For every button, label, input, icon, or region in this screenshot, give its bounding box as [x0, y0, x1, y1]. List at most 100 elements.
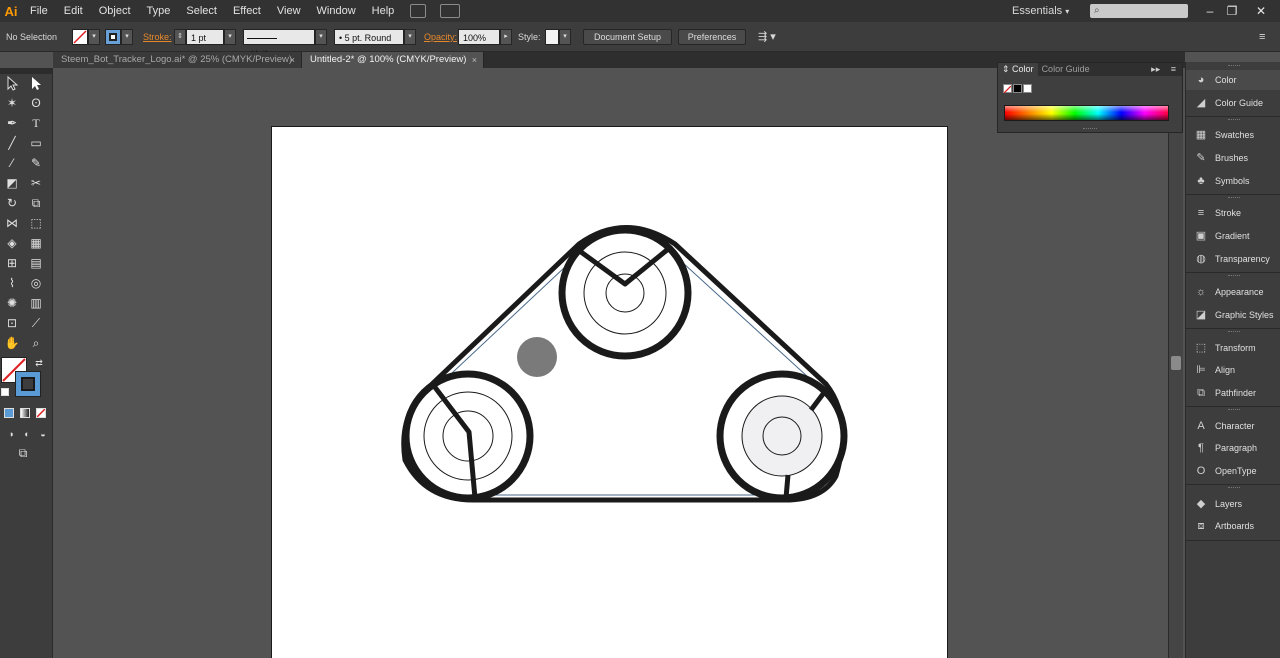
blob-brush-icon[interactable]: ◩: [3, 174, 21, 192]
canvas-area[interactable]: [53, 68, 1168, 658]
stroke-weight-input[interactable]: 1 pt: [186, 29, 224, 45]
paintbrush-tool-icon[interactable]: ⁄: [3, 154, 21, 172]
dock-item-align[interactable]: ⊫ Align: [1186, 360, 1280, 380]
symbol-sprayer-icon[interactable]: ✺: [3, 294, 21, 312]
menu-effect[interactable]: Effect: [225, 0, 269, 22]
opacity-dropdown[interactable]: ▸: [500, 29, 512, 45]
belt-pulley-artwork[interactable]: [53, 68, 1168, 658]
fill-swatch[interactable]: [72, 29, 88, 45]
menu-edit[interactable]: Edit: [56, 0, 91, 22]
dock-item-symbols[interactable]: ♣ Symbols: [1186, 171, 1280, 191]
pen-tool-icon[interactable]: ✒: [3, 114, 21, 132]
artboard-tool-icon[interactable]: ⊡: [3, 314, 21, 332]
dock-grip[interactable]: [1228, 275, 1240, 277]
graphic-style-swatch[interactable]: [545, 29, 559, 45]
graph-tool-icon[interactable]: ▥: [27, 294, 45, 312]
dock-grip[interactable]: [1228, 487, 1240, 489]
panel-resize-grip[interactable]: [1083, 128, 1097, 130]
dock-item-graphic-styles[interactable]: ◪ Graphic Styles: [1186, 305, 1280, 325]
swap-fill-stroke-icon[interactable]: ⇄: [30, 354, 48, 372]
slice-tool-icon[interactable]: ⟋: [27, 314, 45, 332]
close-icon[interactable]: ×: [290, 52, 295, 68]
menu-help[interactable]: Help: [364, 0, 403, 22]
pulley-top[interactable]: [558, 226, 692, 360]
tab-color-guide[interactable]: Color Guide: [1038, 63, 1094, 76]
bridge-icon[interactable]: [410, 4, 427, 18]
rectangle-tool-icon[interactable]: ▭: [27, 134, 45, 152]
gradient-tool-icon[interactable]: ▤: [27, 254, 45, 272]
stroke-weight-stepper[interactable]: ⇕: [174, 29, 186, 45]
fill-dropdown[interactable]: ▾: [88, 29, 100, 45]
dock-item-character[interactable]: A Character: [1186, 416, 1280, 436]
dock-item-transparency[interactable]: ◍ Transparency: [1186, 249, 1280, 269]
menu-view[interactable]: View: [269, 0, 309, 22]
brush-definition[interactable]: • 5 pt. Round: [334, 29, 404, 45]
hand-tool-icon[interactable]: ✋: [3, 334, 21, 352]
tab-color[interactable]: ⇕ Color: [998, 63, 1038, 76]
menu-window[interactable]: Window: [309, 0, 364, 22]
dock-grip[interactable]: [1228, 119, 1240, 121]
help-search-input[interactable]: ⌕: [1090, 4, 1188, 18]
free-transform-icon[interactable]: ⬚: [27, 214, 45, 232]
stroke-dropdown[interactable]: ▾: [121, 29, 133, 45]
restore-button[interactable]: ❐: [1221, 0, 1243, 22]
white-swatch[interactable]: [1023, 84, 1032, 93]
dock-item-transform[interactable]: ⬚ Transform: [1186, 338, 1280, 358]
magic-wand-icon[interactable]: ✶: [3, 94, 21, 112]
menu-object[interactable]: Object: [91, 0, 139, 22]
gradient-mode-icon[interactable]: [20, 408, 30, 418]
none-mode-icon[interactable]: [36, 408, 46, 418]
scissors-tool-icon[interactable]: ✂: [27, 174, 45, 192]
dock-item-color-guide[interactable]: ◢ Color Guide: [1186, 93, 1280, 113]
draw-inside-icon[interactable]: ◒: [34, 425, 52, 443]
workspace-switcher[interactable]: Essentials ▾: [1012, 0, 1069, 22]
direct-selection-tool-icon[interactable]: [27, 74, 45, 92]
dock-item-pathfinder[interactable]: ⧉ Pathfinder: [1186, 383, 1280, 403]
document-setup-button[interactable]: Document Setup: [583, 29, 672, 45]
document-tab-active[interactable]: Untitled-2* @ 100% (CMYK/Preview) ×: [302, 52, 484, 68]
stroke-weight-dropdown[interactable]: ▾: [224, 29, 236, 45]
none-swatch[interactable]: [1003, 84, 1012, 94]
dock-item-paragraph[interactable]: ¶ Paragraph: [1186, 438, 1280, 458]
collapse-panel-icon[interactable]: ▸▸: [1151, 64, 1160, 74]
shape-builder-icon[interactable]: ◈: [3, 234, 21, 252]
scale-tool-icon[interactable]: ⧉: [27, 194, 45, 212]
dock-item-stroke[interactable]: ≡ Stroke: [1186, 203, 1280, 223]
stroke-swatch[interactable]: [105, 29, 121, 45]
preferences-button[interactable]: Preferences: [678, 29, 746, 45]
color-mode-icon[interactable]: [4, 408, 14, 418]
blend-tool-icon[interactable]: ◎: [27, 274, 45, 292]
pencil-tool-icon[interactable]: ✎: [27, 154, 45, 172]
dock-grip[interactable]: [1228, 409, 1240, 411]
scrollbar-thumb[interactable]: [1171, 356, 1181, 370]
dock-item-opentype[interactable]: O OpenType: [1186, 461, 1280, 481]
stroke-color-icon[interactable]: [15, 371, 41, 397]
document-tab[interactable]: Steem_Bot_Tracker_Logo.ai* @ 25% (CMYK/P…: [53, 52, 302, 68]
color-spectrum-bar[interactable]: [1004, 105, 1169, 121]
close-icon[interactable]: ×: [472, 52, 477, 68]
dock-item-appearance[interactable]: ☼ Appearance: [1186, 282, 1280, 302]
close-button[interactable]: ✕: [1250, 0, 1272, 22]
dock-item-brushes[interactable]: ✎ Brushes: [1186, 148, 1280, 168]
lasso-tool-icon[interactable]: ʘ: [27, 94, 45, 112]
width-tool-icon[interactable]: ⋈: [3, 214, 21, 232]
dock-grip[interactable]: [1228, 65, 1240, 67]
rotate-tool-icon[interactable]: ↻: [3, 194, 21, 212]
panel-menu-icon[interactable]: ≡: [1171, 64, 1176, 74]
minimize-button[interactable]: –: [1199, 0, 1221, 22]
variable-width-profile[interactable]: Uniform: [243, 29, 315, 59]
profile-dropdown[interactable]: ▾: [315, 29, 327, 45]
style-dropdown[interactable]: ▾: [559, 29, 571, 45]
dock-item-gradient[interactable]: ▣ Gradient: [1186, 226, 1280, 246]
brush-dropdown[interactable]: ▾: [404, 29, 416, 45]
zoom-tool-icon[interactable]: ⌕: [27, 334, 45, 352]
selection-tool-icon[interactable]: [3, 74, 21, 92]
opacity-input[interactable]: 100%: [458, 29, 500, 45]
dock-grip[interactable]: [1228, 197, 1240, 199]
arrange-icon[interactable]: ⇶ ▾: [758, 29, 776, 45]
eyedropper-icon[interactable]: ⌇: [3, 274, 21, 292]
menu-select[interactable]: Select: [178, 0, 225, 22]
opacity-label[interactable]: Opacity:: [424, 29, 457, 45]
arrange-documents-icon[interactable]: [440, 4, 461, 18]
panel-menu-icon[interactable]: ≡: [1259, 29, 1265, 45]
